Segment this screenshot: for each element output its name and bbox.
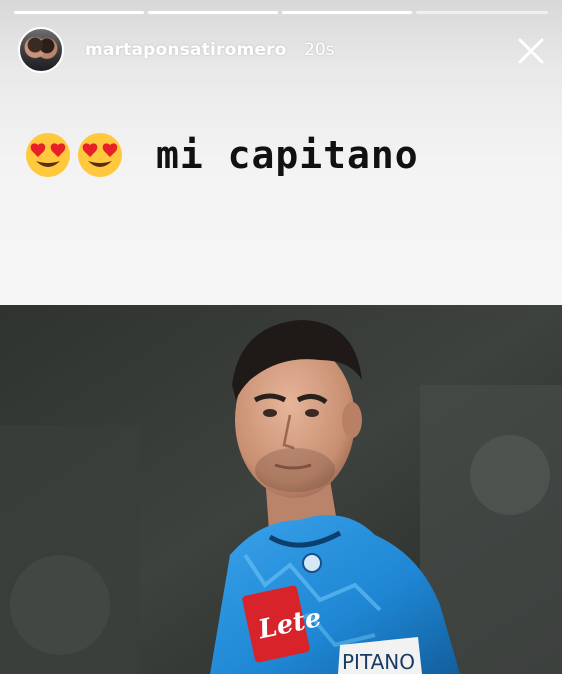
progress-segment — [14, 11, 144, 14]
heart-eyes-emoji — [78, 133, 122, 177]
progress-segment — [282, 11, 412, 14]
caption-text: mi capitano — [156, 133, 419, 177]
heart-eyes-emoji — [26, 133, 70, 177]
username[interactable]: martaponsatiromero — [85, 40, 287, 60]
avatar[interactable] — [18, 27, 64, 73]
story-caption: mi capitano — [24, 127, 419, 183]
progress-segment — [416, 11, 548, 14]
progress-fill — [282, 11, 412, 14]
story-timestamp: 20s — [304, 40, 335, 60]
progress-fill — [14, 11, 144, 14]
progress-segment — [148, 11, 278, 14]
progress-fill — [148, 11, 278, 14]
story-photo: Lete PITANO — [0, 305, 562, 674]
armband-text: PITANO — [342, 650, 415, 674]
close-button[interactable] — [515, 35, 547, 67]
close-icon — [518, 38, 544, 64]
